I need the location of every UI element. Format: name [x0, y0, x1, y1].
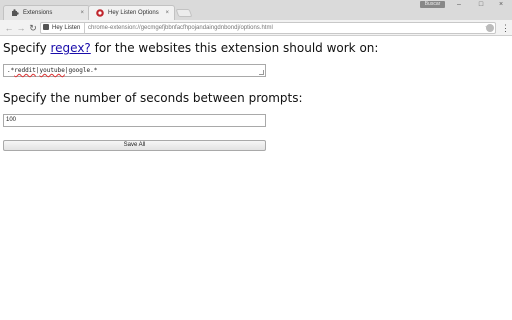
seconds-input[interactable]: 100 [3, 114, 266, 127]
tab-strip: Extensions × Hey Listen Options × Buscar… [0, 0, 512, 21]
close-icon[interactable]: × [165, 8, 169, 18]
extension-icon[interactable] [486, 24, 494, 32]
tab-title: Extensions [23, 10, 53, 16]
address-bar[interactable]: Hey Listen chrome-extension://gecmgefjbb… [40, 22, 496, 34]
minimize-icon[interactable]: – [448, 0, 470, 10]
regex-heading-post: for the websites this extension should w… [90, 41, 379, 55]
maximize-icon[interactable]: □ [470, 0, 492, 10]
regex-value: .*reddit|youtube|google.* [7, 66, 97, 75]
tab-title: Hey Listen Options [108, 10, 159, 16]
puzzle-icon [12, 9, 19, 16]
regex-heading: Specify regex? for the websites this ext… [3, 41, 378, 55]
resize-handle[interactable] [259, 70, 264, 75]
close-icon[interactable]: × [80, 8, 84, 18]
url-text[interactable]: chrome-extension://gecmgefjbbnfacfhpojan… [88, 23, 273, 33]
reload-icon[interactable]: ↻ [27, 22, 39, 34]
puzzle-icon [43, 24, 49, 30]
forward-icon[interactable]: → [15, 22, 27, 34]
regex-part-misspelled: reddit [14, 67, 36, 74]
regex-help-link[interactable]: regex? [50, 41, 90, 55]
regex-heading-pre: Specify [3, 41, 51, 55]
origin-chip[interactable]: Hey Listen [43, 23, 86, 33]
regex-textarea[interactable]: .*reddit|youtube|google.* [3, 64, 266, 77]
save-all-button[interactable]: Save All [3, 140, 266, 151]
regex-part: |google.* [64, 67, 98, 74]
origin-label: Hey Listen [52, 25, 81, 31]
new-tab-button[interactable] [175, 9, 193, 17]
profile-badge[interactable]: Buscar [420, 1, 445, 8]
back-icon[interactable]: ← [3, 22, 15, 34]
window-close-icon[interactable]: × [490, 0, 512, 10]
browser-toolbar: ← → ↻ Hey Listen chrome-extension://gecm… [0, 20, 512, 36]
menu-icon[interactable]: ⋮ [501, 22, 510, 34]
regex-part-misspelled: youtube [39, 67, 65, 74]
seconds-heading: Specify the number of seconds between pr… [3, 91, 303, 105]
page-content: Specify regex? for the websites this ext… [0, 37, 512, 320]
tab-extensions[interactable]: Extensions × [3, 5, 90, 20]
tab-hey-listen-options[interactable]: Hey Listen Options × [88, 5, 175, 21]
hey-listen-icon [96, 9, 104, 17]
